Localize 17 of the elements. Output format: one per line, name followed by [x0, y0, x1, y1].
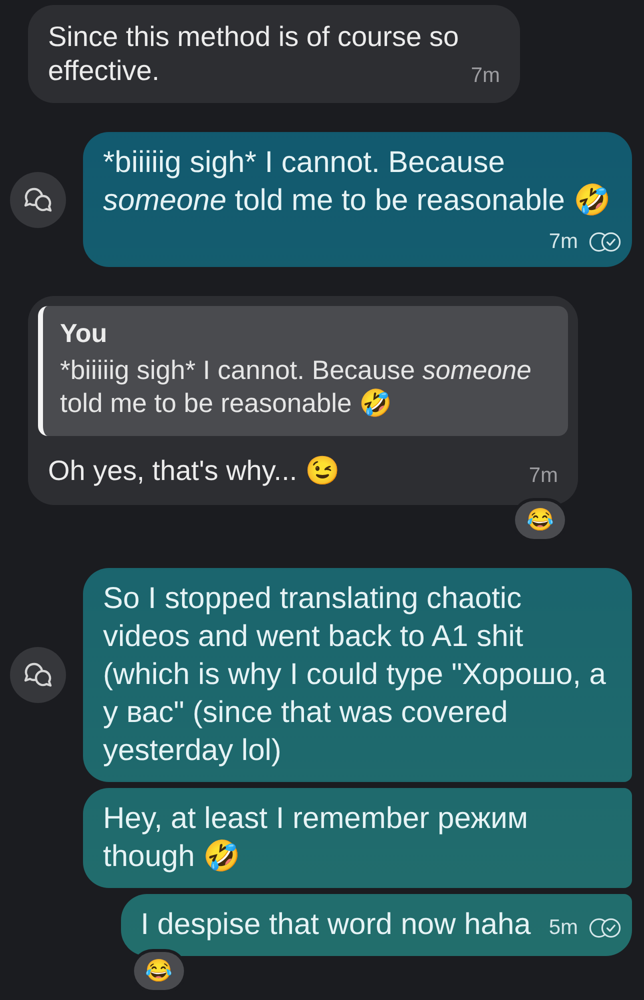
message-text: Since this method is of course so effective.: [48, 21, 459, 86]
quoted-message[interactable]: You *biiiiig sigh* I cannot. Because someone told me to be reasonable 🤣: [38, 306, 568, 436]
message-time: 5m: [548, 915, 578, 941]
message-time: 7m: [470, 63, 500, 89]
message-time: 7m: [548, 229, 578, 255]
message-text: *biiiiig sigh* I cannot. Because someone told me to be reasonable 🤣: [103, 146, 610, 217]
quote-text: *biiiiig sigh* I cannot. Because someone told me to be reasonable 🤣: [60, 355, 532, 418]
message-text: I despise that word now haha: [140, 908, 531, 941]
speech-bubbles-icon[interactable]: [10, 172, 66, 228]
quote-author: You: [60, 318, 108, 348]
reaction-badge[interactable]: 😂: [134, 952, 184, 990]
message-text: So I stopped translating chaotic videos and went back to A1 shit (which is why I could type "Хорошо, а у вас" (since that was covered yesterday lol): [103, 582, 606, 767]
reaction-badge[interactable]: 😂: [515, 501, 565, 539]
message-text: Oh yes, that's why... 😉: [48, 455, 340, 486]
message-time: 7m: [528, 463, 558, 489]
message-text: Hey, at least I remember режим though 🤣: [103, 802, 528, 873]
speech-bubbles-icon[interactable]: [10, 647, 66, 703]
